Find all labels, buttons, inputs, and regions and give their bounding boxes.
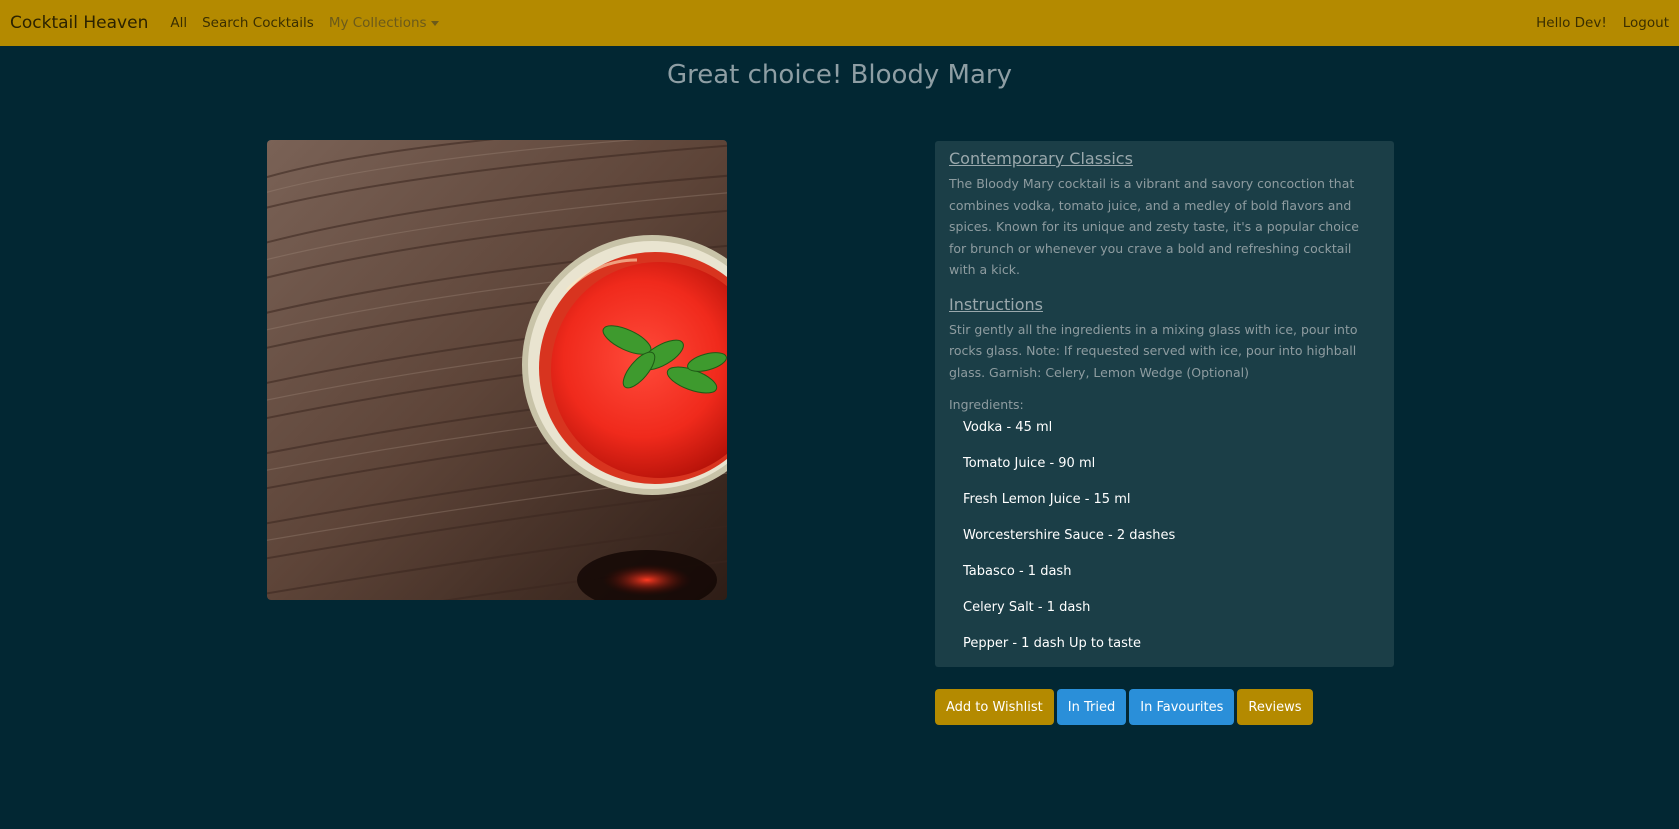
cocktail-description: The Bloody Mary cocktail is a vibrant an… (949, 176, 1359, 277)
instructions-text: Stir gently all the ingredients in a mix… (949, 321, 1358, 380)
page-title: Great choice! Bloody Mary (666, 60, 1012, 90)
in-tried-button[interactable]: In Tried (1056, 689, 1127, 725)
ingredient-item: Tabasco - 1 dash (963, 564, 1072, 579)
ingredient-item: Pepper - 1 dash Up to taste (963, 636, 1141, 651)
nav-my-collections-dropdown[interactable]: My Collections (329, 15, 439, 31)
reviews-button[interactable]: Reviews (1237, 689, 1313, 725)
cocktail-image (267, 140, 727, 600)
top-navbar: Cocktail Heaven All Search Cocktails My … (0, 0, 1679, 46)
in-favourites-button[interactable]: In Favourites (1129, 689, 1235, 725)
add-to-wishlist-button[interactable]: Add to Wishlist (935, 689, 1054, 725)
nav-all-link[interactable]: All (170, 15, 187, 31)
category-heading[interactable]: Contemporary Classics (949, 149, 1380, 168)
ingredient-item: Worcestershire Sauce - 2 dashes (963, 528, 1176, 543)
user-greeting-link[interactable]: Hello Dev! (1536, 15, 1607, 31)
action-buttons: Add to Wishlist In Tried In Favourites R… (935, 689, 1313, 725)
caret-down-icon (430, 20, 439, 26)
ingredients-label: Ingredients: (949, 397, 1024, 412)
ingredient-item: Fresh Lemon Juice - 15 ml (963, 492, 1131, 507)
nav-search-cocktails-link[interactable]: Search Cocktails (202, 15, 314, 31)
cocktail-details-panel: Contemporary Classics The Bloody Mary co… (935, 141, 1394, 667)
my-collections-label: My Collections (328, 15, 427, 31)
brand-link[interactable]: Cocktail Heaven (10, 13, 148, 33)
ingredient-item: Tomato Juice - 90 ml (963, 456, 1096, 471)
ingredient-item: Celery Salt - 1 dash (963, 600, 1091, 615)
ingredient-item: Vodka - 45 ml (963, 420, 1053, 435)
ingredients-list: Vodka - 45 ml Tomato Juice - 90 ml Fresh… (949, 418, 1380, 670)
logout-link[interactable]: Logout (1623, 15, 1669, 31)
instructions-heading: Instructions (949, 294, 1043, 314)
nav-user-area: Hello Dev! Logout (1520, 15, 1669, 31)
